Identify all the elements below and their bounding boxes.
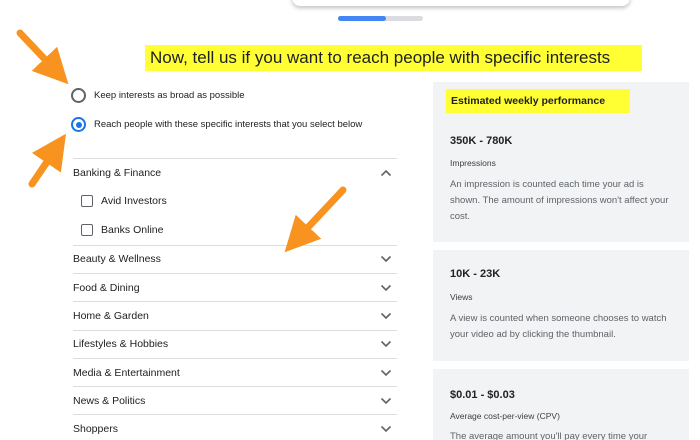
performance-title: Estimated weekly performance bbox=[446, 89, 630, 113]
page-headline: Now, tell us if you want to reach people… bbox=[145, 45, 642, 71]
chevron-up-icon[interactable] bbox=[379, 166, 393, 180]
top-card-edge bbox=[292, 0, 630, 6]
category-banking-finance[interactable]: Banking & Finance bbox=[73, 159, 397, 187]
category-label: Beauty & Wellness bbox=[73, 253, 161, 266]
category-shoppers[interactable]: Shoppers bbox=[73, 415, 397, 440]
category-label: Food & Dining bbox=[73, 281, 140, 294]
radio-specific-interests[interactable]: Reach people with these specific interes… bbox=[71, 117, 362, 132]
views-description: A view is counted when someone chooses t… bbox=[450, 313, 667, 340]
panel-divider bbox=[433, 242, 689, 250]
radio-label: Keep interests as broad as possible bbox=[94, 90, 245, 101]
cpv-value: $0.01 - $0.03 bbox=[450, 389, 515, 401]
chevron-down-icon[interactable] bbox=[379, 366, 393, 380]
radio-broad-interests[interactable]: Keep interests as broad as possible bbox=[71, 88, 245, 103]
arrow-icon bbox=[16, 29, 69, 85]
chevron-down-icon[interactable] bbox=[379, 337, 393, 351]
interest-categories-list: Banking & Finance Avid Investors Banks O… bbox=[73, 158, 397, 440]
category-label: News & Politics bbox=[73, 394, 146, 407]
panel-divider bbox=[433, 361, 689, 369]
chevron-down-icon[interactable] bbox=[379, 252, 393, 266]
progress-bar bbox=[338, 16, 423, 21]
category-beauty-wellness[interactable]: Beauty & Wellness bbox=[73, 246, 397, 274]
banking-finance-subitems: Avid Investors Banks Online bbox=[73, 187, 397, 246]
subitem-label: Banks Online bbox=[101, 223, 164, 236]
category-label: Banking & Finance bbox=[73, 167, 162, 180]
progress-fill bbox=[338, 16, 387, 21]
impressions-label: Impressions bbox=[450, 158, 496, 168]
impressions-value: 350K - 780K bbox=[450, 135, 513, 147]
cpv-label: Average cost-per-view (CPV) bbox=[450, 411, 560, 421]
cpv-description: The average amount you'll pay every time… bbox=[450, 431, 648, 440]
category-home-garden[interactable]: Home & Garden bbox=[73, 302, 397, 331]
chevron-down-icon[interactable] bbox=[379, 281, 393, 295]
checkbox[interactable] bbox=[81, 195, 93, 208]
category-label: Home & Garden bbox=[73, 309, 149, 322]
arrow-icon bbox=[28, 133, 66, 188]
radio-label: Reach people with these specific interes… bbox=[94, 119, 363, 130]
chevron-down-icon[interactable] bbox=[379, 394, 393, 408]
views-label: Views bbox=[450, 292, 473, 302]
impressions-description: An impression is counted each time your … bbox=[450, 179, 669, 222]
checkbox[interactable] bbox=[81, 223, 93, 236]
chevron-down-icon[interactable] bbox=[379, 422, 393, 436]
category-label: Shoppers bbox=[73, 423, 118, 436]
category-label: Media & Entertainment bbox=[73, 366, 180, 379]
subitem-label: Avid Investors bbox=[101, 195, 167, 208]
radio-button[interactable] bbox=[71, 88, 86, 103]
chevron-down-icon[interactable] bbox=[379, 309, 393, 323]
category-news-politics[interactable]: News & Politics bbox=[73, 387, 397, 416]
category-food-dining[interactable]: Food & Dining bbox=[73, 274, 397, 303]
radio-button-selected[interactable] bbox=[71, 117, 86, 132]
category-lifestyles-hobbies[interactable]: Lifestyles & Hobbies bbox=[73, 331, 397, 359]
views-value: 10K - 23K bbox=[450, 268, 501, 280]
subitem-avid-investors[interactable]: Avid Investors bbox=[73, 187, 397, 215]
subitem-banks-online[interactable]: Banks Online bbox=[73, 215, 397, 243]
category-media-entertainment[interactable]: Media & Entertainment bbox=[73, 359, 397, 388]
category-label: Lifestyles & Hobbies bbox=[73, 338, 169, 351]
